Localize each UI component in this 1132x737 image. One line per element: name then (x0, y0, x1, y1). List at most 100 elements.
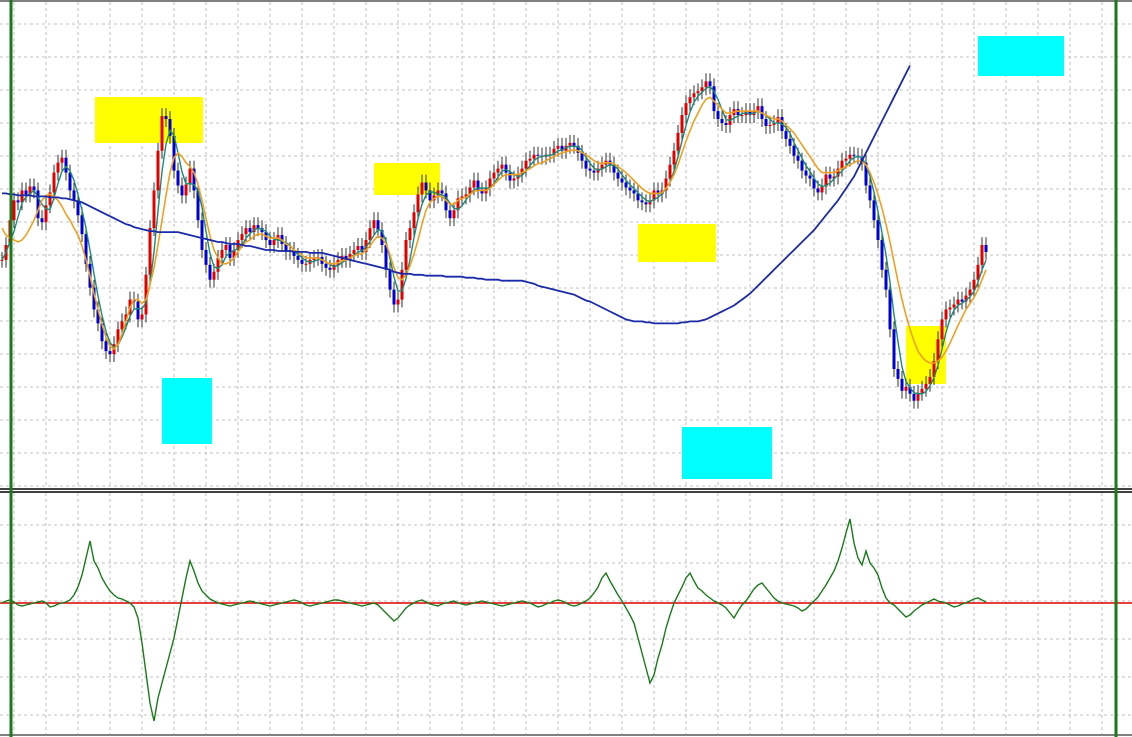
bull-candle (692, 93, 696, 98)
bear-candle (64, 157, 68, 173)
bear-candle (984, 245, 988, 252)
bear-candle (708, 81, 712, 87)
bear-candle (536, 154, 540, 156)
bull-candle (904, 386, 908, 391)
bear-candle (388, 269, 392, 290)
bear-candle (16, 200, 20, 203)
bull-candle (500, 164, 504, 169)
bull-candle (672, 150, 676, 165)
bull-candle (956, 299, 960, 305)
bull-candle (696, 91, 700, 94)
bull-candle (356, 245, 360, 250)
bear-candle (624, 182, 628, 188)
bull-candle (924, 383, 928, 389)
bull-candle (408, 228, 412, 241)
bull-candle (156, 150, 160, 191)
bear-candle (440, 190, 444, 194)
bear-candle (324, 263, 328, 268)
bull-candle (184, 184, 188, 196)
support-zone[interactable] (162, 378, 212, 444)
bear-candle (724, 123, 728, 125)
bear-candle (248, 228, 252, 233)
bear-candle (104, 341, 108, 352)
bull-candle (416, 194, 420, 213)
bull-candle (512, 178, 516, 181)
bear-candle (640, 200, 644, 203)
bull-candle (272, 240, 276, 245)
bull-candle (0, 259, 4, 261)
bear-candle (868, 185, 872, 201)
bear-candle (592, 170, 596, 173)
bull-candle (936, 339, 940, 362)
bear-candle (504, 164, 508, 173)
bull-candle (368, 228, 372, 241)
bull-candle (352, 249, 356, 254)
bull-candle (848, 154, 852, 159)
bull-candle (704, 81, 708, 88)
bull-candle (532, 154, 536, 159)
bull-candle (244, 228, 248, 235)
bull-candle (680, 115, 684, 133)
bull-candle (224, 245, 228, 250)
resistance-zone[interactable] (95, 97, 203, 143)
bull-candle (556, 145, 560, 149)
bull-candle (12, 200, 16, 221)
bull-candle (304, 263, 308, 265)
bear-candle (200, 220, 204, 250)
bull-candle (944, 309, 948, 320)
bull-candle (420, 182, 424, 195)
bull-candle (568, 142, 572, 146)
support-zone[interactable] (682, 427, 772, 479)
resistance-zone[interactable] (638, 224, 716, 262)
support-zone[interactable] (978, 36, 1064, 76)
bear-candle (180, 185, 184, 196)
bull-candle (528, 158, 532, 161)
bull-candle (396, 299, 400, 305)
bear-candle (796, 155, 800, 161)
bull-candle (492, 172, 496, 179)
bull-candle (952, 304, 956, 308)
bull-candle (188, 168, 192, 185)
bear-candle (632, 190, 636, 194)
bear-candle (136, 301, 140, 320)
chart-canvas[interactable] (0, 0, 1132, 737)
bull-candle (60, 157, 64, 163)
bull-candle (684, 103, 688, 116)
bear-candle (584, 160, 588, 169)
bear-candle (872, 200, 876, 221)
bear-candle (960, 299, 964, 302)
bull-candle (768, 124, 772, 126)
bull-candle (240, 234, 244, 241)
bear-candle (880, 240, 884, 270)
bull-candle (452, 210, 456, 219)
bear-candle (784, 130, 788, 139)
bull-candle (412, 212, 416, 229)
bull-candle (148, 228, 152, 275)
bear-candle (300, 259, 304, 264)
bear-candle (208, 264, 212, 280)
bear-candle (108, 351, 112, 355)
bull-candle (52, 172, 56, 193)
bear-candle (424, 182, 428, 191)
bull-candle (140, 314, 144, 320)
bear-candle (900, 378, 904, 391)
bear-candle (392, 289, 396, 305)
bull-candle (676, 132, 680, 151)
bear-candle (764, 119, 768, 126)
bull-candle (404, 240, 408, 270)
bull-candle (844, 158, 848, 161)
bull-candle (524, 160, 528, 169)
bull-candle (688, 97, 692, 104)
bull-candle (940, 319, 944, 340)
bull-candle (820, 186, 824, 193)
bull-candle (920, 388, 924, 393)
bear-candle (448, 210, 452, 219)
bull-candle (160, 116, 164, 151)
bull-candle (120, 321, 124, 330)
bear-candle (628, 187, 632, 191)
bear-candle (804, 170, 808, 176)
bull-candle (212, 271, 216, 280)
bull-candle (472, 180, 476, 188)
bear-candle (620, 178, 624, 183)
bear-candle (588, 168, 592, 171)
